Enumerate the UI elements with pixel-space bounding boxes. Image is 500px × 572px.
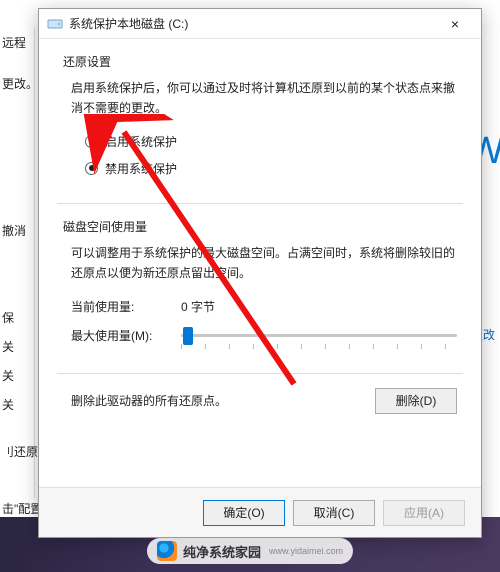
current-usage-value: 0 字节 xyxy=(181,298,215,315)
ok-button[interactable]: 确定(O) xyxy=(203,500,285,526)
dialog-footer: 确定(O) 取消(C) 应用(A) xyxy=(39,487,481,537)
close-button[interactable]: × xyxy=(435,10,475,38)
current-usage-label: 当前使用量: xyxy=(71,298,181,315)
radio-icon xyxy=(85,162,98,175)
watermark-icon xyxy=(157,541,177,561)
bg-text: 撤消 xyxy=(0,216,34,245)
bg-text: 刂还原 xyxy=(0,437,34,466)
protection-radio-group: 启用系统保护 禁用系统保护 xyxy=(85,133,457,177)
dialog-content: 还原设置 启用系统保护后，你可以通过及时将计算机还原到以前的某个状态点来撤消不需… xyxy=(39,39,481,487)
max-usage-slider[interactable] xyxy=(181,325,457,347)
drive-icon xyxy=(47,16,63,32)
radio-label: 启用系统保护 xyxy=(105,133,177,150)
current-usage-row: 当前使用量: 0 字节 xyxy=(71,298,457,315)
max-usage-row: 最大使用量(M): xyxy=(71,325,457,347)
system-protection-dialog: 系统保护本地磁盘 (C:) × 还原设置 启用系统保护后，你可以通过及时将计算机… xyxy=(38,8,482,538)
delete-description: 删除此驱动器的所有还原点。 xyxy=(71,392,359,409)
disk-heading: 磁盘空间使用量 xyxy=(63,218,457,235)
divider xyxy=(57,203,463,204)
bg-text: 远程 xyxy=(0,28,34,57)
delete-row: 删除此驱动器的所有还原点。 删除(D) xyxy=(71,388,457,414)
close-icon: × xyxy=(451,16,459,32)
bg-text: 关 xyxy=(0,361,34,390)
bg-text: 保 xyxy=(0,303,34,332)
titlebar: 系统保护本地磁盘 (C:) × xyxy=(39,9,481,39)
bg-text: 关 xyxy=(0,332,34,361)
restore-heading: 还原设置 xyxy=(63,53,457,70)
bg-text: 关 xyxy=(0,390,34,419)
disk-description: 可以调整用于系统保护的最大磁盘空间。占满空间时，系统将删除较旧的还原点以便为新还… xyxy=(71,243,457,284)
disable-protection-option[interactable]: 禁用系统保护 xyxy=(85,160,457,177)
bg-text: 更改。 xyxy=(0,69,34,98)
divider xyxy=(57,373,463,374)
radio-icon xyxy=(85,135,98,148)
apply-button[interactable]: 应用(A) xyxy=(383,500,465,526)
watermark-name: 纯净系统家园 xyxy=(183,542,261,561)
slider-track xyxy=(181,334,457,337)
enable-protection-option[interactable]: 启用系统保护 xyxy=(85,133,457,150)
max-usage-label: 最大使用量(M): xyxy=(71,327,181,344)
restore-description: 启用系统保护后，你可以通过及时将计算机还原到以前的某个状态点来撤消不需要的更改。 xyxy=(71,78,457,119)
delete-button[interactable]: 删除(D) xyxy=(375,388,457,414)
radio-label: 禁用系统保护 xyxy=(105,160,177,177)
background-left-panel: 远程 更改。 撤消 保 关 关 关 刂还原 击"配置 xyxy=(0,28,35,498)
watermark-url: www.yidaimei.com xyxy=(269,546,343,556)
background-right-panel: OW xyxy=(480,0,500,500)
watermark: 纯净系统家园 www.yidaimei.com xyxy=(147,538,353,564)
slider-thumb[interactable] xyxy=(183,327,193,345)
cancel-button[interactable]: 取消(C) xyxy=(293,500,375,526)
dialog-title: 系统保护本地磁盘 (C:) xyxy=(69,15,435,32)
slider-ticks xyxy=(181,344,457,349)
